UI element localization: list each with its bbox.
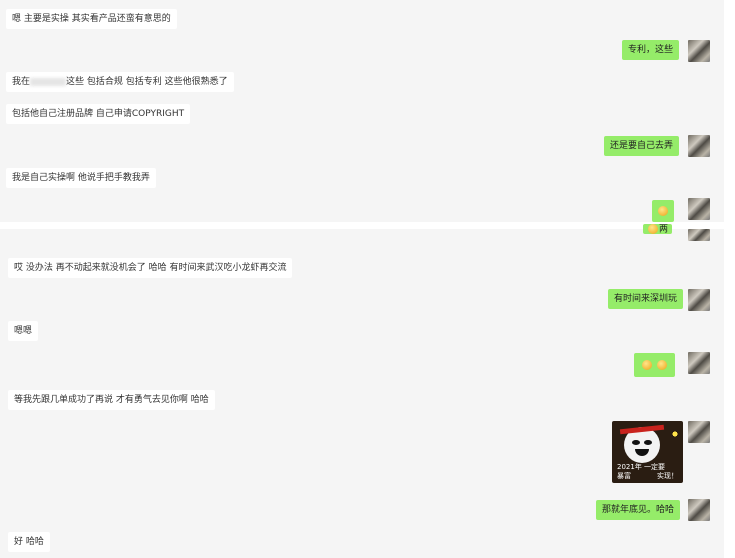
panda-eye xyxy=(644,440,652,445)
panel-divider xyxy=(0,222,735,229)
message-text: 好 哈哈 xyxy=(14,537,44,547)
message-text: 包括他自己注册品牌 自己申请COPYRIGHT xyxy=(12,109,185,119)
avatar[interactable] xyxy=(688,289,710,311)
message-text: 那就年底见。哈哈 xyxy=(602,505,675,515)
avatar[interactable] xyxy=(688,499,710,521)
sticker-image[interactable]: 2021年 一定要 暴富 实现！ xyxy=(612,421,683,483)
avatar[interactable] xyxy=(688,40,710,62)
message-bubble-outgoing[interactable]: 专利，这些 xyxy=(622,40,680,60)
panda-mouth xyxy=(635,449,649,456)
smile-emoji-icon xyxy=(656,359,667,370)
message-text: 专利，这些 xyxy=(628,45,674,55)
message-bubble-incoming[interactable]: 嗯嗯 xyxy=(8,321,39,341)
message-bubble-incoming[interactable]: 好 哈哈 xyxy=(8,532,50,552)
avatar[interactable] xyxy=(688,229,710,241)
avatar[interactable] xyxy=(688,198,710,220)
message-text: 我是自己实操啊 他说手把手教我弄 xyxy=(12,173,150,183)
message-bubble-incoming[interactable]: 包括他自己注册品牌 自己申请COPYRIGHT xyxy=(6,104,191,124)
message-text: 等我先跟几单成功了再说 才有勇气去见你啊 哈哈 xyxy=(14,395,209,405)
message-bubble-outgoing[interactable] xyxy=(634,353,675,377)
smile-emoji-icon xyxy=(648,224,658,234)
message-text: 嗯嗯 xyxy=(14,326,33,336)
message-text: 还是要自己去弄 xyxy=(610,141,674,151)
message-bubble-incoming[interactable]: 嗯 主要是实操 其实看产品还蛮有意思的 xyxy=(6,9,177,29)
message-bubble-outgoing[interactable]: 那就年底见。哈哈 xyxy=(596,500,681,520)
panda-eye xyxy=(632,440,640,445)
message-text: 这些 包括合规 包括专利 这些他很熟悉了 xyxy=(66,77,228,87)
message-bubble-outgoing[interactable]: 两 xyxy=(643,224,673,235)
message-text: 嗯 主要是实操 其实看产品还蛮有意思的 xyxy=(12,14,171,24)
sticker-caption: 实现！ xyxy=(657,472,678,480)
sparkle-icon xyxy=(670,429,680,439)
message-text: 我在 xyxy=(12,77,31,87)
message-text: 两 xyxy=(659,224,669,235)
redacted-text xyxy=(30,77,67,86)
message-bubble-outgoing[interactable] xyxy=(652,200,674,222)
avatar[interactable] xyxy=(688,421,710,443)
message-bubble-incoming[interactable]: 我是自己实操啊 他说手把手教我弄 xyxy=(6,168,156,188)
message-bubble-incoming[interactable]: 我在 这些 包括合规 包括专利 这些他很熟悉了 xyxy=(6,72,234,92)
smile-emoji-icon xyxy=(642,359,652,370)
message-text: 有时间来深圳玩 xyxy=(614,294,678,304)
sticker-caption: 2021年 一定要 xyxy=(617,463,666,471)
message-bubble-outgoing[interactable]: 有时间来深圳玩 xyxy=(608,289,684,309)
avatar[interactable] xyxy=(688,135,710,157)
message-bubble-incoming[interactable]: 哎 没办法 再不动起来就没机会了 哈哈 有时间来武汉吃小龙虾再交流 xyxy=(8,258,293,278)
sticker-caption: 暴富 xyxy=(617,472,631,480)
smile-emoji-icon xyxy=(658,205,668,216)
message-text: 哎 没办法 再不动起来就没机会了 哈哈 有时间来武汉吃小龙虾再交流 xyxy=(14,263,287,273)
message-bubble-outgoing[interactable]: 还是要自己去弄 xyxy=(604,136,680,156)
avatar[interactable] xyxy=(688,352,710,374)
message-bubble-incoming[interactable]: 等我先跟几单成功了再说 才有勇气去见你啊 哈哈 xyxy=(8,390,215,410)
